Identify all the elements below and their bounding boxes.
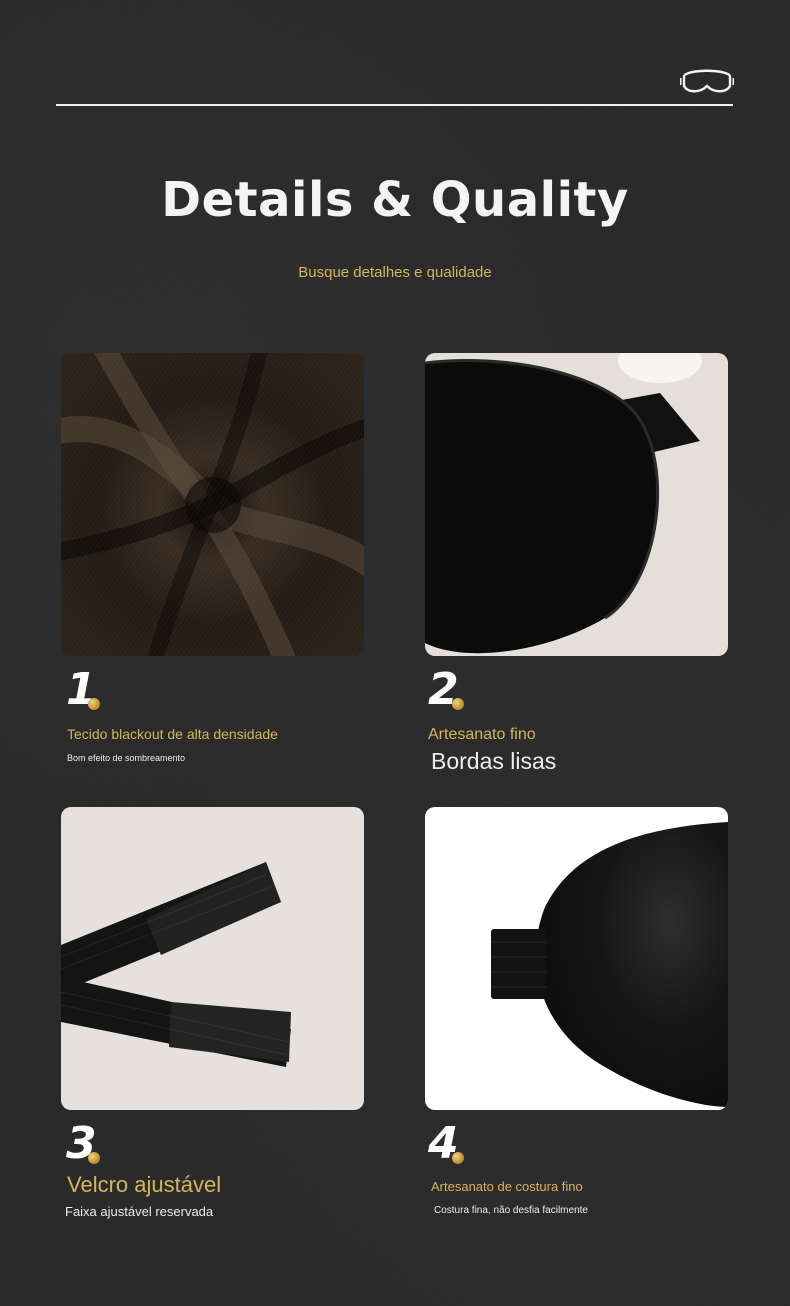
mask-edge-photo [425,353,728,656]
item-caption-4: Costura fina, não desfia facilmente [434,1205,588,1216]
item-caption-1: Bom efeito de sombreamento [67,753,186,763]
gold-dot-3 [88,1152,100,1164]
item-caption-2: Bordas lisas [431,748,557,774]
page-subtitle: Busque detalhes e qualidade [298,264,492,281]
item-title-1: Tecido blackout de alta densidade [67,726,278,742]
fabric-photo [61,353,364,656]
item-title-2: Artesanato fino [428,726,536,743]
page-title: Details & Quality [161,172,629,228]
gold-dot-4 [452,1152,464,1164]
gold-dot-1 [88,698,100,710]
item-title-4: Artesanato de costura fino [431,1179,583,1194]
item-title-3: Velcro ajustável [67,1172,222,1197]
velcro-strap-photo [61,807,364,1110]
gold-dot-2 [452,698,464,710]
mask-side-photo [425,807,728,1110]
item-caption-3: Faixa ajustável reservada [65,1204,214,1219]
header-divider [56,104,733,106]
sleep-mask-icon [680,69,734,93]
